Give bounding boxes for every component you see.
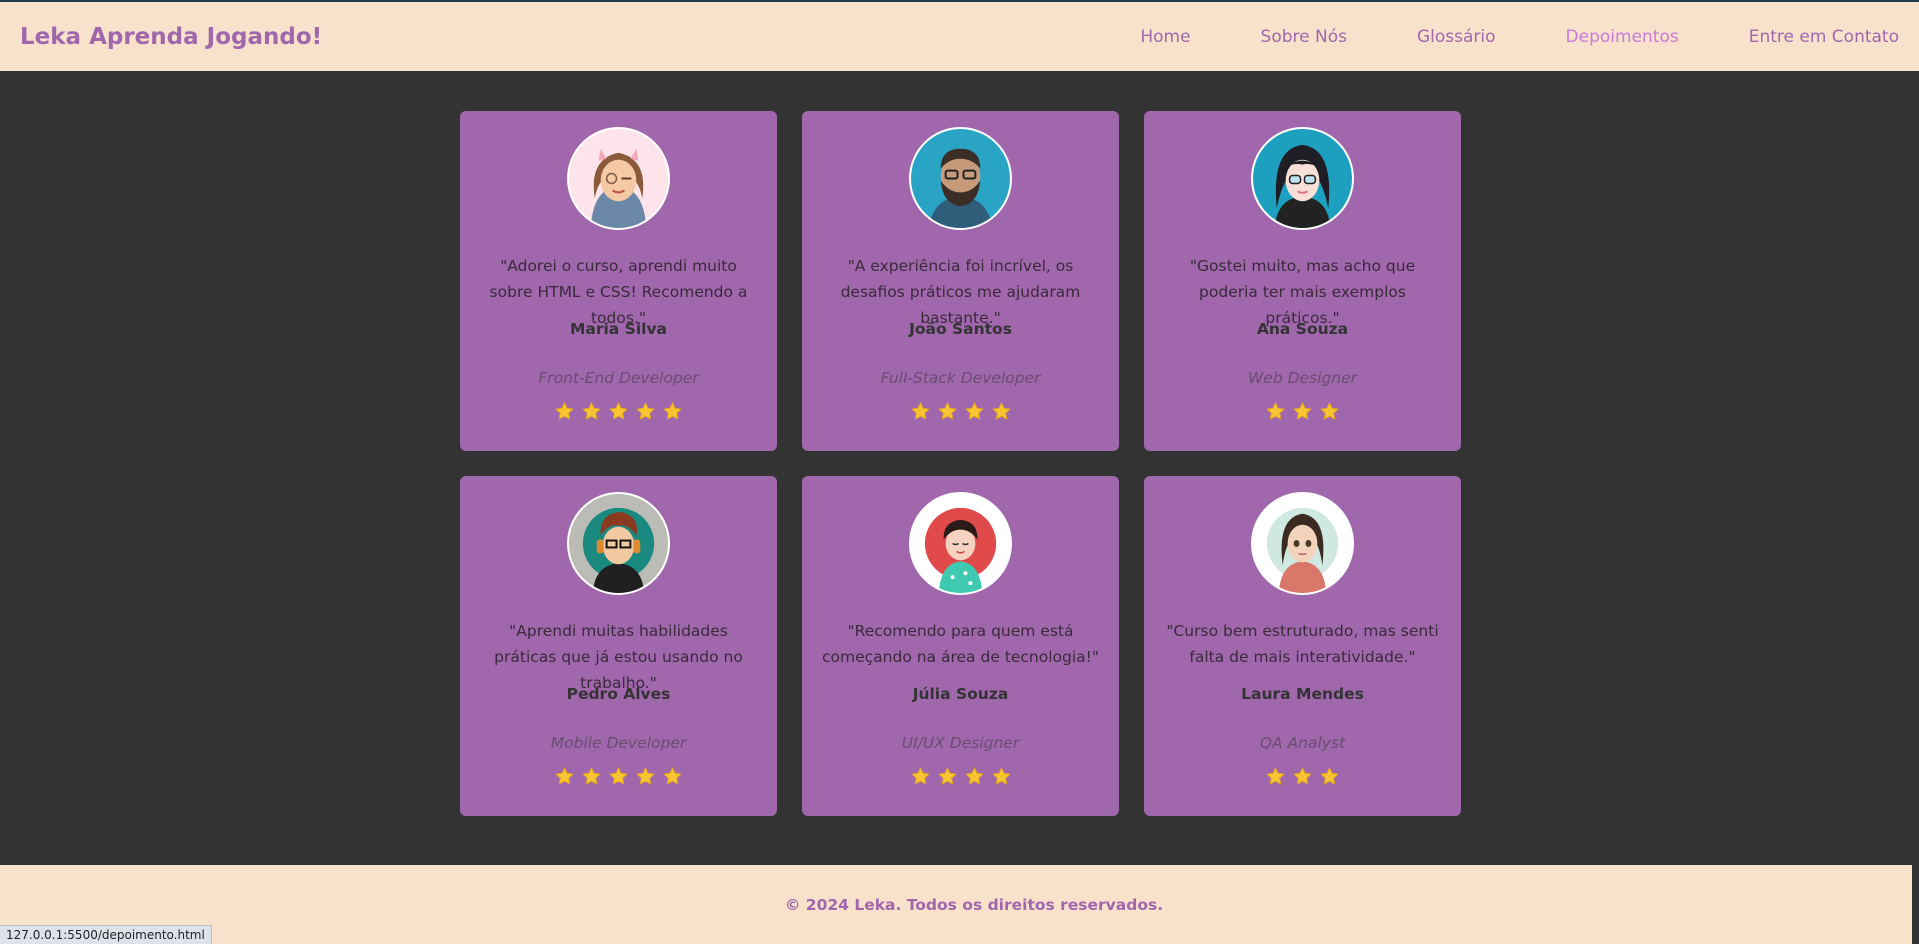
- star-icon: [1319, 766, 1340, 787]
- rating-stars: [910, 401, 1012, 422]
- testimonial-author-name: João Santos: [909, 320, 1012, 338]
- girl-smiling-avatar: [909, 492, 1012, 595]
- copyright-text: © 2024 Leka. Todos os direitos reservado…: [784, 895, 1164, 914]
- testimonial-card: "Recomendo para quem está começando na á…: [802, 476, 1119, 816]
- star-icon: [937, 766, 958, 787]
- nav-glossario[interactable]: Glossário: [1417, 27, 1496, 47]
- bearded-man-glasses-avatar: [909, 127, 1012, 230]
- star-icon: [662, 766, 683, 787]
- testimonial-card: "Aprendi muitas habilidades práticas que…: [460, 476, 777, 816]
- star-icon: [1265, 401, 1286, 422]
- star-icon: [964, 766, 985, 787]
- testimonials-grid: "Adorei o curso, aprendi muito sobre HTM…: [460, 111, 1461, 816]
- testimonial-author-name: Júlia Souza: [912, 685, 1009, 703]
- nav-sobre-nos[interactable]: Sobre Nós: [1261, 27, 1347, 47]
- testimonial-author-role: UI/UX Designer: [901, 734, 1020, 752]
- nav-home[interactable]: Home: [1140, 27, 1190, 47]
- testimonial-author-role: Full-Stack Developer: [880, 369, 1041, 387]
- star-icon: [910, 401, 931, 422]
- testimonial-author-name: Laura Mendes: [1241, 685, 1364, 703]
- testimonial-quote: "Gostei muito, mas acho que poderia ter …: [1189, 257, 1416, 327]
- woman-brown-hair-avatar: [1251, 492, 1354, 595]
- site-header: Leka Aprenda Jogando! Home Sobre Nós Glo…: [0, 2, 1919, 71]
- nav-depoimentos[interactable]: Depoimentos: [1566, 27, 1679, 47]
- testimonial-quote: "Recomendo para quem está começando na á…: [822, 622, 1099, 666]
- testimonial-author-role: Front-End Developer: [538, 369, 699, 387]
- testimonial-author-role: Mobile Developer: [550, 734, 687, 752]
- star-icon: [554, 766, 575, 787]
- testimonial-quote: "A experiência foi incrível, os desafios…: [840, 257, 1081, 327]
- rating-stars: [910, 766, 1012, 787]
- star-icon: [581, 766, 602, 787]
- star-icon: [635, 401, 656, 422]
- brand-logo-text[interactable]: Leka Aprenda Jogando!: [20, 24, 322, 50]
- testimonial-quote: "Aprendi muitas habilidades práticas que…: [494, 622, 743, 692]
- testimonial-quote: "Curso bem estruturado, mas senti falta …: [1166, 622, 1439, 666]
- star-icon: [991, 766, 1012, 787]
- rating-stars: [554, 766, 683, 787]
- testimonial-author-name: Maria Silva: [569, 320, 668, 338]
- star-icon: [1265, 766, 1286, 787]
- star-icon: [554, 401, 575, 422]
- star-icon: [1292, 401, 1313, 422]
- rating-stars: [1265, 766, 1340, 787]
- testimonial-card: "Adorei o curso, aprendi muito sobre HTM…: [460, 111, 777, 451]
- star-icon: [608, 766, 629, 787]
- rating-stars: [554, 401, 683, 422]
- woman-cat-ears-winking-avatar: [567, 127, 670, 230]
- star-icon: [991, 401, 1012, 422]
- testimonial-card: "Gostei muito, mas acho que poderia ter …: [1144, 111, 1461, 451]
- testimonial-author-role: Web Designer: [1247, 369, 1358, 387]
- boy-headphones-glasses-avatar: [567, 492, 670, 595]
- site-footer: © 2024 Leka. Todos os direitos reservado…: [0, 865, 1912, 944]
- main-nav: Home Sobre Nós Glossário Depoimentos Ent…: [1070, 27, 1899, 47]
- testimonial-card: "Curso bem estruturado, mas senti falta …: [1144, 476, 1461, 816]
- star-icon: [964, 401, 985, 422]
- star-icon: [1292, 766, 1313, 787]
- star-icon: [635, 766, 656, 787]
- star-icon: [937, 401, 958, 422]
- testimonial-quote: "Adorei o curso, aprendi muito sobre HTM…: [489, 257, 748, 327]
- star-icon: [910, 766, 931, 787]
- rating-stars: [1265, 401, 1340, 422]
- testimonial-author-name: Ana Souza: [1256, 320, 1349, 338]
- star-icon: [662, 401, 683, 422]
- star-icon: [581, 401, 602, 422]
- testimonial-author-name: Pedro Alves: [566, 685, 671, 703]
- star-icon: [1319, 401, 1340, 422]
- star-icon: [608, 401, 629, 422]
- testimonials-section: "Adorei o curso, aprendi muito sobre HTM…: [0, 71, 1919, 865]
- testimonial-card: "A experiência foi incrível, os desafios…: [802, 111, 1119, 451]
- woman-dark-hair-glasses-avatar: [1251, 127, 1354, 230]
- testimonial-author-role: QA Analyst: [1259, 734, 1346, 752]
- browser-status-url: 127.0.0.1:5500/depoimento.html: [0, 925, 212, 944]
- nav-entre-em-contato[interactable]: Entre em Contato: [1749, 27, 1899, 47]
